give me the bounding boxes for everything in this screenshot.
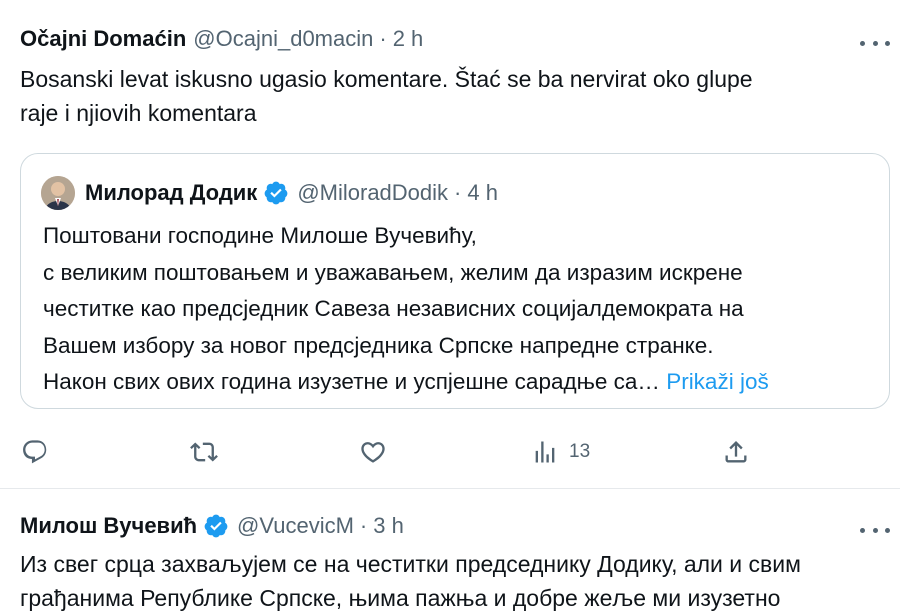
views-button[interactable]: 13 (531, 432, 590, 472)
quoted-tweet-text: Поштовани господине Милоше Вучевићу, с в… (43, 218, 883, 401)
tweet[interactable]: Милош Вучевић @VucevicM · 3 h Из свег ср… (0, 489, 900, 611)
separator-dot: · (359, 513, 368, 538)
tweet-text-line: Из свег срца захваљујем се на честитки п… (20, 551, 801, 577)
quoted-text-line: Вашем избору за новог предсједника Српск… (43, 332, 714, 358)
quoted-timestamp[interactable]: 4 h (467, 180, 498, 206)
verified-badge-icon (263, 180, 289, 206)
author-handle[interactable]: @Ocajni_d0macin (193, 26, 373, 52)
timestamp[interactable]: 3 h (373, 513, 404, 539)
author-handle[interactable]: @VucevicM (237, 513, 354, 539)
quoted-tweet[interactable]: Милорад Додик @MiloradDodik · 4 h Поштов… (20, 153, 890, 409)
reply-icon (21, 438, 49, 466)
quoted-text-line: Након свих ових година изузетне и успјеш… (43, 364, 883, 401)
tweet-header: Očajni Domaćin @Ocajni_d0macin · 2 h (20, 26, 423, 52)
tweet-text-line: raje i njiovih komentara (20, 100, 257, 126)
tweet-header: Милош Вучевић @VucevicM · 3 h (20, 513, 404, 539)
quoted-text-line: честитке као предсједник Савеза независн… (43, 296, 744, 321)
quoted-text-line: Поштовани господине Милоше Вучевићу, (43, 223, 477, 248)
avatar[interactable] (41, 176, 75, 210)
quoted-text-line: с великим поштовањем и уважавањем, желим… (43, 259, 743, 285)
tweet-text-line: грађанима Републике Српске, њима пажња и… (20, 585, 781, 611)
author-name[interactable]: Милош Вучевић (20, 513, 197, 539)
author-name[interactable]: Očajni Domaćin (20, 26, 186, 52)
share-button[interactable] (722, 432, 750, 472)
more-icon[interactable] (860, 33, 890, 53)
views-count: 13 (569, 441, 591, 462)
show-more-link[interactable]: Prikaži još (666, 369, 769, 394)
separator-dot: · (454, 180, 462, 205)
like-button[interactable] (359, 432, 387, 472)
separator-dot: · (379, 26, 387, 51)
tweet-text: Из свег срца захваљујем се на честитки п… (20, 547, 801, 615)
tweet-text-line: Bosanski levat iskusno ugasio komentare.… (20, 66, 753, 92)
tweet[interactable]: Očajni Domaćin @Ocajni_d0macin · 2 h Bos… (0, 0, 900, 488)
more-icon[interactable] (860, 520, 890, 540)
like-icon (359, 438, 387, 466)
quoted-author-name[interactable]: Милорад Додик (85, 180, 257, 206)
verified-badge-icon (203, 513, 229, 539)
retweet-button[interactable] (190, 432, 218, 472)
timestamp[interactable]: 2 h (393, 26, 424, 52)
retweet-icon (190, 438, 218, 466)
quoted-author-handle[interactable]: @MiloradDodik (297, 180, 448, 206)
tweet-text: Bosanski levat iskusno ugasio komentare.… (20, 62, 753, 130)
quoted-text-truncated: Након свих ових година изузетне и успјеш… (43, 369, 660, 394)
views-icon (531, 438, 559, 466)
share-icon (722, 438, 750, 466)
quoted-tweet-header: Милорад Додик @MiloradDodik · 4 h (41, 176, 498, 210)
action-bar: 13 (0, 432, 900, 472)
reply-button[interactable] (21, 432, 49, 472)
